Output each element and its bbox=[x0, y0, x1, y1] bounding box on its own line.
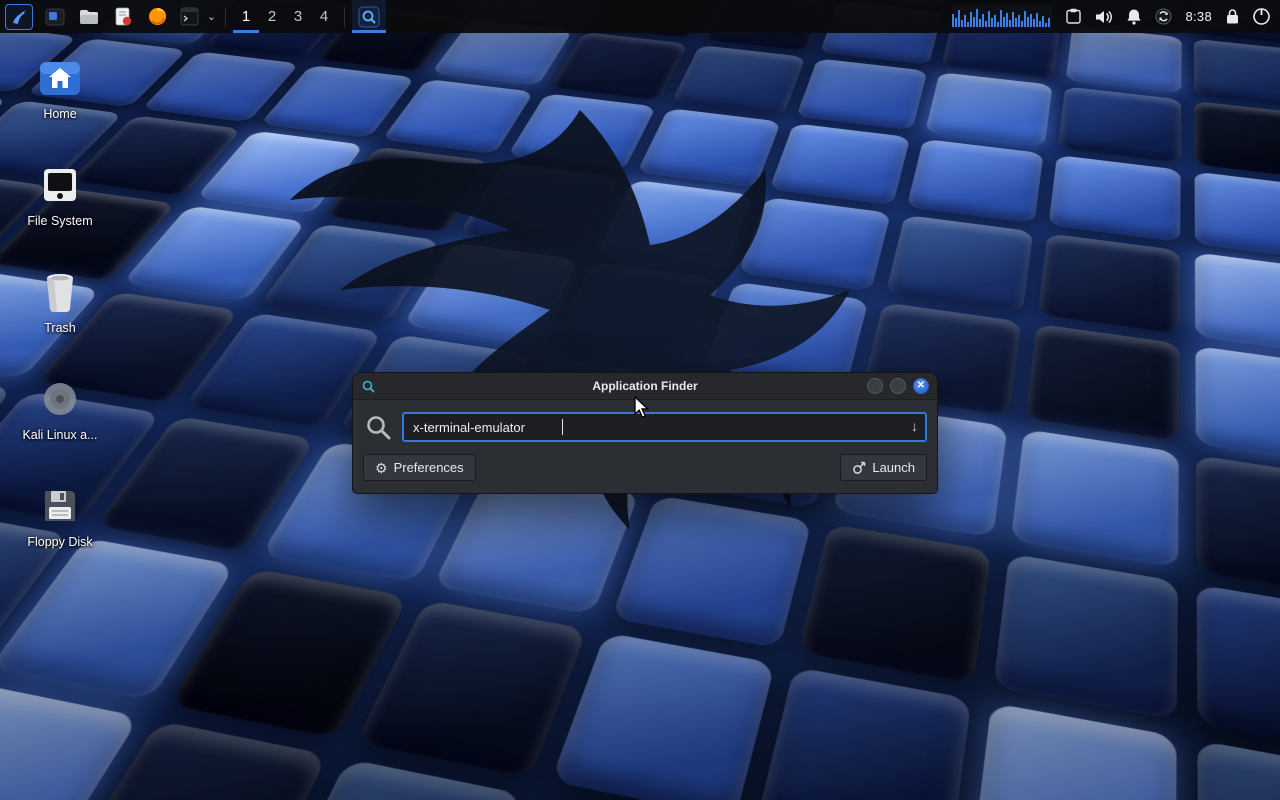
desktop-icon-kali-docs[interactable]: Kali Linux a... bbox=[12, 376, 108, 442]
wallpaper-cube bbox=[1197, 584, 1280, 758]
wallpaper-cube bbox=[1195, 252, 1280, 356]
wallpaper-cube bbox=[1198, 740, 1280, 800]
firefox-icon bbox=[148, 7, 167, 26]
wallpaper-cube bbox=[886, 215, 1034, 313]
panel-separator bbox=[225, 7, 226, 27]
application-finder-window-icon bbox=[361, 379, 376, 394]
taskbar-application-finder[interactable] bbox=[352, 0, 386, 33]
firefox-launcher[interactable] bbox=[140, 0, 174, 33]
clock[interactable]: 8:38 bbox=[1185, 9, 1212, 24]
wallpaper-cube bbox=[1049, 155, 1181, 242]
workspace-4-label: 4 bbox=[320, 8, 328, 25]
top-panel: ⌄ 1 2 3 4 bbox=[0, 0, 1280, 33]
floppy-disk-icon bbox=[40, 486, 80, 526]
wallpaper-cube bbox=[1194, 39, 1280, 108]
wallpaper-cube bbox=[1058, 86, 1181, 162]
wallpaper-cube bbox=[1066, 26, 1182, 93]
lock-icon[interactable] bbox=[1225, 8, 1240, 25]
terminal-menu-arrow[interactable]: ⌄ bbox=[204, 0, 218, 33]
dropdown-arrow-icon[interactable]: ↓ bbox=[911, 418, 918, 434]
wallpaper-cube bbox=[1196, 455, 1280, 599]
wallpaper-cube bbox=[551, 633, 776, 800]
wallpaper-cube bbox=[1196, 346, 1280, 468]
desktop-icon-label: Trash bbox=[12, 321, 108, 335]
minimize-button[interactable] bbox=[867, 378, 883, 394]
system-tray: 8:38 bbox=[952, 5, 1280, 29]
wallpaper-cube bbox=[1194, 101, 1280, 180]
cpu-graph[interactable] bbox=[952, 5, 1052, 29]
terminal-icon bbox=[180, 7, 199, 26]
file-system-icon bbox=[40, 165, 80, 205]
wallpaper-cube bbox=[1038, 233, 1180, 334]
launch-icon bbox=[852, 461, 866, 475]
wallpaper-cube bbox=[757, 667, 972, 800]
wallpaper-cube bbox=[1026, 324, 1180, 442]
workspace-1-label: 1 bbox=[242, 8, 250, 25]
window-title: Application Finder bbox=[353, 379, 937, 393]
search-input[interactable] bbox=[402, 412, 927, 442]
terminal-launcher[interactable] bbox=[174, 0, 204, 33]
workspace-3-label: 3 bbox=[294, 8, 302, 25]
desktop-icon-floppy-disk[interactable]: Floppy Disk bbox=[12, 483, 108, 549]
search-icon bbox=[365, 414, 392, 441]
workspace-4[interactable]: 4 bbox=[311, 0, 337, 33]
wallpaper-cube bbox=[907, 139, 1044, 224]
workspace-1[interactable]: 1 bbox=[233, 0, 259, 33]
desktop-icon-label: Floppy Disk bbox=[12, 535, 108, 549]
desktop-icon-file-system[interactable]: File System bbox=[12, 162, 108, 228]
volume-icon[interactable] bbox=[1095, 9, 1113, 25]
file-manager-icon bbox=[79, 8, 99, 26]
update-icon[interactable] bbox=[1155, 8, 1172, 25]
application-finder-icon bbox=[358, 6, 380, 28]
text-editor-launcher[interactable] bbox=[106, 0, 140, 33]
gear-icon: ⚙ bbox=[375, 461, 388, 475]
desktop-icon-label: File System bbox=[12, 214, 108, 228]
wallpaper-cube bbox=[1011, 429, 1179, 568]
text-editor-icon bbox=[113, 7, 133, 27]
window-switcher-launcher[interactable] bbox=[38, 0, 72, 33]
launch-button-label: Launch bbox=[872, 460, 915, 475]
window-switcher-icon bbox=[45, 7, 65, 27]
panel-separator bbox=[344, 7, 345, 27]
wallpaper-cube bbox=[1195, 172, 1280, 262]
notifications-icon[interactable] bbox=[1126, 8, 1142, 25]
close-button[interactable]: ✕ bbox=[913, 378, 929, 394]
clipboard-icon[interactable] bbox=[1065, 8, 1082, 25]
wallpaper-cube bbox=[972, 703, 1177, 800]
desktop-icon-trash[interactable]: Trash bbox=[12, 269, 108, 335]
trash-icon bbox=[42, 271, 78, 313]
logout-icon[interactable] bbox=[1253, 8, 1270, 25]
launch-button[interactable]: Launch bbox=[840, 454, 927, 481]
workspace-2[interactable]: 2 bbox=[259, 0, 285, 33]
wallpaper-cube bbox=[925, 72, 1053, 146]
mouse-cursor bbox=[634, 396, 653, 419]
file-manager-launcher[interactable] bbox=[72, 0, 106, 33]
workspace-2-label: 2 bbox=[268, 8, 276, 25]
wallpaper-cube bbox=[994, 554, 1178, 721]
kali-docs-icon bbox=[40, 379, 80, 419]
desktop-icon-label: Kali Linux a... bbox=[12, 428, 108, 442]
text-caret bbox=[562, 419, 563, 435]
application-finder-window: Application Finder ✕ ↓ ⚙ Preferences bbox=[352, 372, 938, 494]
kali-menu-icon bbox=[5, 4, 33, 30]
chevron-down-icon: ⌄ bbox=[207, 10, 216, 23]
preferences-button-label: Preferences bbox=[394, 460, 464, 475]
home-icon bbox=[38, 58, 82, 98]
desktop-icon-label: Home bbox=[12, 107, 108, 121]
workspace-3[interactable]: 3 bbox=[285, 0, 311, 33]
maximize-button[interactable] bbox=[890, 378, 906, 394]
preferences-button[interactable]: ⚙ Preferences bbox=[363, 454, 476, 481]
applications-menu-button[interactable] bbox=[0, 0, 38, 33]
desktop-icon-home[interactable]: Home bbox=[12, 55, 108, 121]
